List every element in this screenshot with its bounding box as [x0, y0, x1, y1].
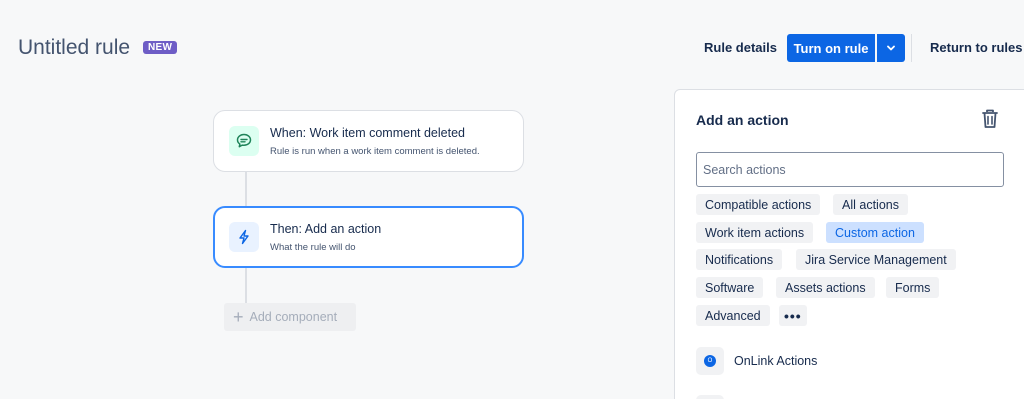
rule-header: Untitled rule NEW Rule details Turn on r… — [0, 0, 1024, 90]
search-actions-input[interactable] — [696, 152, 1004, 187]
panel-title: Add an action — [696, 112, 789, 128]
header-divider — [911, 34, 912, 62]
chip-assets-actions[interactable]: Assets actions — [776, 277, 875, 298]
chip-work-item-actions[interactable]: Work item actions — [696, 222, 814, 243]
action-card[interactable]: Then: Add an action What the rule will d… — [213, 206, 524, 268]
new-badge: NEW — [143, 41, 178, 54]
comment-icon — [229, 126, 259, 156]
chip-advanced[interactable]: Advanced — [696, 305, 770, 326]
add-component-button[interactable]: + Add component — [224, 303, 356, 331]
trigger-title: When: Work item comment deleted — [270, 126, 465, 140]
chip-custom-action[interactable]: Custom action — [826, 222, 924, 243]
turn-on-rule-button[interactable]: Turn on rule — [787, 34, 875, 62]
app-label: OnLink Actions — [734, 354, 818, 368]
onlink-app-icon: O — [696, 347, 724, 375]
page-title: Untitled rule — [18, 36, 131, 59]
trigger-subtitle: Rule is run when a work item comment is … — [270, 146, 480, 157]
turn-on-options-button[interactable] — [877, 34, 905, 62]
flow-connector — [245, 268, 247, 304]
action-title: Then: Add an action — [270, 222, 382, 236]
rule-details-link[interactable]: Rule details — [704, 40, 777, 55]
chip-software[interactable]: Software — [696, 277, 764, 298]
lightning-icon — [229, 222, 259, 252]
app-list-item[interactable]: O OnLink Actions — [696, 347, 817, 375]
chevron-down-icon — [887, 45, 895, 51]
chip-all-actions[interactable]: All actions — [833, 194, 908, 215]
trigger-card[interactable]: When: Work item comment deleted Rule is … — [213, 110, 524, 172]
add-action-panel: Add an action Compatible actions All act… — [674, 89, 1024, 399]
more-chips-button[interactable]: ••• — [779, 305, 807, 326]
app-list-item[interactable] — [696, 395, 724, 399]
chip-compatible-actions[interactable]: Compatible actions — [696, 194, 821, 215]
add-component-label: Add component — [249, 310, 338, 324]
chip-jira-service-management[interactable]: Jira Service Management — [796, 249, 956, 270]
trash-icon[interactable] — [978, 107, 1002, 131]
plus-icon: + — [233, 307, 244, 327]
flow-connector — [245, 171, 247, 207]
chip-forms[interactable]: Forms — [886, 277, 940, 298]
action-subtitle: What the rule will do — [270, 242, 356, 253]
chip-notifications[interactable]: Notifications — [696, 249, 783, 270]
return-to-rules-link[interactable]: Return to rules — [930, 40, 1022, 55]
